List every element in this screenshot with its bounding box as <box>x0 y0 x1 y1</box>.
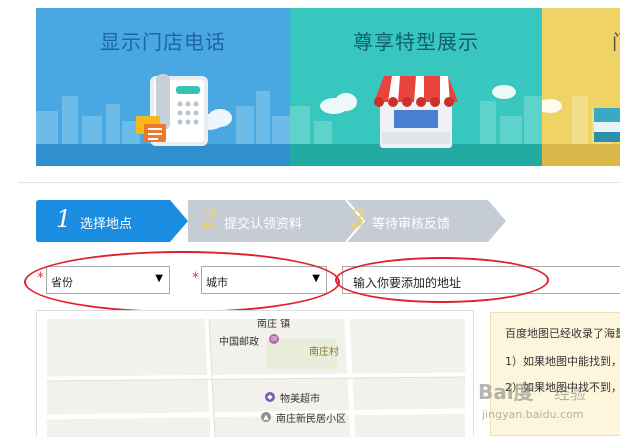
map-label: 南庄 镇 <box>257 319 291 330</box>
banner-panel-3[interactable]: 门 <box>542 8 620 166</box>
chevron-down-icon: ▼ <box>312 273 320 284</box>
map-label-post: 中国邮政 <box>219 337 259 348</box>
step-1: 1 选择地点 <box>36 200 186 242</box>
banner-title: 门 <box>612 26 620 55</box>
map-label-community: 南庄新民居小区 <box>276 414 346 425</box>
book-icon <box>594 108 620 142</box>
map-container: 南庄 镇 中国邮政 ✉ 南庄村 ◆ 物美超市 ▲ 南庄新民居小区 <box>36 310 474 437</box>
province-select[interactable]: 省份 ▼ <box>46 266 170 294</box>
banner-panel-phone[interactable]: 显示门店电话 <box>36 8 290 166</box>
step-label: 提交认领资料 <box>224 217 303 232</box>
info-line: 百度地图已经收录了海量 <box>505 327 620 340</box>
divider <box>18 182 620 183</box>
storefront-icon <box>374 76 458 148</box>
step-label: 选择地点 <box>80 217 133 232</box>
watermark-sub: 经验 <box>554 384 587 403</box>
province-value: 省份 <box>51 276 73 289</box>
map-view[interactable]: 南庄 镇 中国邮政 ✉ 南庄村 ◆ 物美超市 ▲ 南庄新民居小区 <box>47 319 465 437</box>
info-line: 1）如果地图中能找到， <box>505 355 620 368</box>
banner-panel-showcase[interactable]: 尊享特型展示 <box>290 8 542 166</box>
required-mark: * <box>37 270 44 286</box>
map-label-village: 南庄村 <box>309 347 339 358</box>
required-mark: * <box>192 270 199 286</box>
residence-icon: ▲ <box>261 412 271 422</box>
watermark-brand: Bai度 <box>478 380 534 404</box>
step-3: 3 等待审核反馈 <box>348 200 498 242</box>
step-progress: 1 选择地点 2 提交认领资料 3 等待审核反馈 <box>36 200 506 242</box>
banner-title: 显示门店电话 <box>100 30 226 54</box>
step-2: 2 提交认领资料 <box>194 200 344 242</box>
address-placeholder: 输入你要添加的地址 <box>353 276 462 290</box>
banner-title: 尊享特型展示 <box>353 30 479 54</box>
feature-banner: 显示门店电话 尊享特型展示 <box>36 8 620 166</box>
city-select[interactable]: 城市 ▼ <box>201 266 327 294</box>
step-label: 等待审核反馈 <box>372 217 451 232</box>
supermarket-icon: ◆ <box>265 392 275 402</box>
chevron-down-icon: ▼ <box>155 273 163 284</box>
city-value: 城市 <box>206 276 228 289</box>
step-number: 3 <box>350 205 366 233</box>
post-office-icon: ✉ <box>269 334 279 344</box>
step-number: 1 <box>56 205 72 233</box>
baidu-jingyan-watermark: Bai度 经验 jingyan.baidu.com <box>472 374 620 430</box>
phone-icon <box>136 74 208 146</box>
watermark-url: jingyan.baidu.com <box>482 408 584 421</box>
address-input[interactable]: 输入你要添加的地址 <box>342 266 620 294</box>
map-label-market: 物美超市 <box>280 394 320 405</box>
step-number: 2 <box>202 205 218 233</box>
